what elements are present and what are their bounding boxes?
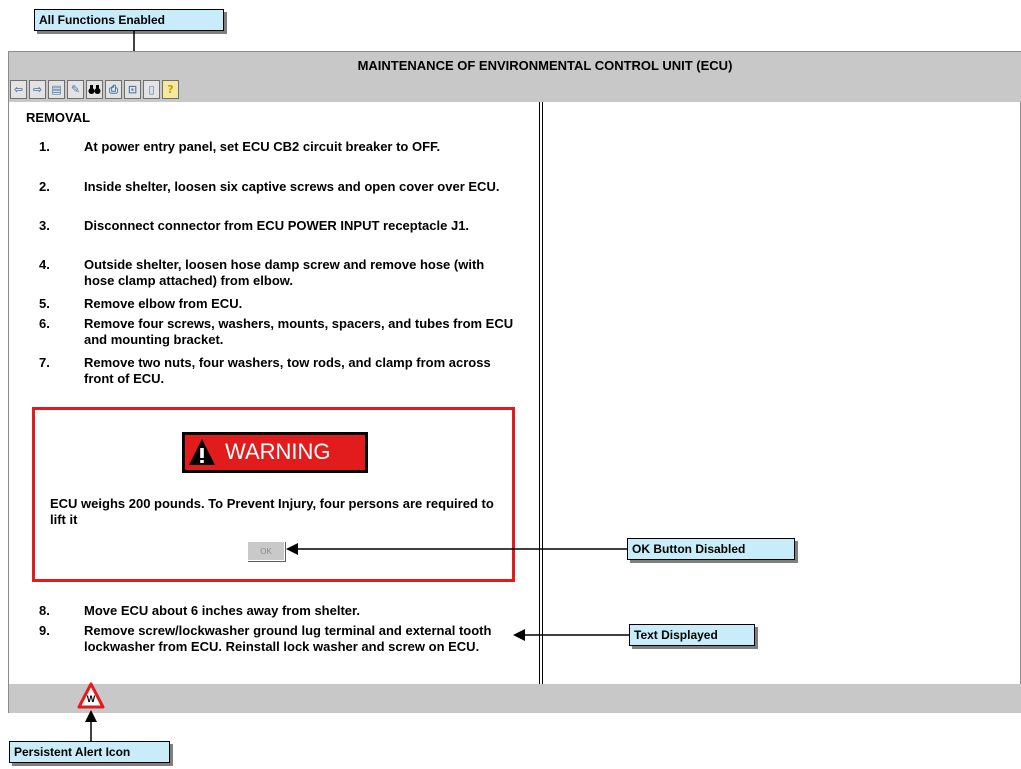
print-icon[interactable]: ⎙	[105, 80, 122, 99]
warning-message: ECU weighs 200 pounds. To Prevent Injury…	[50, 496, 494, 527]
step-number: 6.	[39, 316, 50, 331]
step-number: 1.	[39, 139, 50, 154]
step-number: 3.	[39, 218, 50, 233]
alert-letter: W	[86, 694, 96, 704]
toolbar: ⇦ ⇨ ▤ ✎ ⎙ ⊡ ▯ ?	[9, 79, 1021, 102]
step-text: At power entry panel, set ECU CB2 circui…	[84, 139, 441, 154]
callout-ok-button-disabled: OK Button Disabled	[627, 538, 795, 560]
status-bar	[9, 684, 1021, 713]
step-number: 5.	[39, 296, 50, 311]
step-text: Disconnect connector from ECU POWER INPU…	[84, 218, 470, 233]
bookmark-icon[interactable]: ⊡	[124, 80, 141, 99]
step-number: 2.	[39, 179, 50, 194]
step-number: 4.	[39, 257, 50, 272]
callout-text-displayed: Text Displayed	[629, 624, 755, 646]
step-number: 7.	[39, 355, 50, 370]
step-text: Remove screw/lockwasher ground lug termi…	[84, 623, 492, 654]
step-text: Remove four screws, washers, mounts, spa…	[84, 316, 514, 347]
right-pane	[543, 102, 1021, 684]
persistent-alert-icon[interactable]: W	[77, 682, 105, 709]
step-text: Outside shelter, loosen hose damp screw …	[84, 257, 485, 288]
save-icon[interactable]: ▤	[48, 80, 65, 99]
annotate-icon[interactable]: ✎	[67, 80, 84, 99]
step-text: Inside shelter, loosen six captive screw…	[84, 179, 500, 194]
warning-triangle-icon	[189, 439, 215, 465]
warning-label: WARNING	[225, 439, 331, 464]
back-arrow-icon[interactable]: ⇦	[10, 80, 27, 99]
help-icon[interactable]: ?	[162, 80, 179, 99]
binoculars-glyph	[88, 85, 101, 94]
warning-badge: WARNING	[182, 432, 368, 473]
warning-dialog: WARNING ECU weighs 200 pounds. To Preven…	[32, 407, 515, 582]
window-title: MAINTENANCE OF ENVIRONMENTAL CONTROL UNI…	[9, 52, 1021, 79]
forward-arrow-icon[interactable]: ⇨	[29, 80, 46, 99]
step-number: 9.	[39, 623, 50, 638]
section-heading: REMOVAL	[26, 110, 91, 125]
exit-icon[interactable]: ▯	[143, 80, 160, 99]
app-window: MAINTENANCE OF ENVIRONMENTAL CONTROL UNI…	[8, 51, 1021, 713]
step-text: Remove elbow from ECU.	[84, 296, 243, 311]
step-number: 8.	[39, 603, 50, 618]
step-text: Move ECU about 6 inches away from shelte…	[84, 603, 360, 618]
find-binoculars-icon[interactable]	[86, 80, 103, 99]
step-text: Remove two nuts, four washers, tow rods,…	[84, 355, 491, 386]
callout-persistent-alert-icon: Persistent Alert Icon	[9, 741, 170, 763]
ok-button[interactable]: OK	[247, 541, 285, 561]
